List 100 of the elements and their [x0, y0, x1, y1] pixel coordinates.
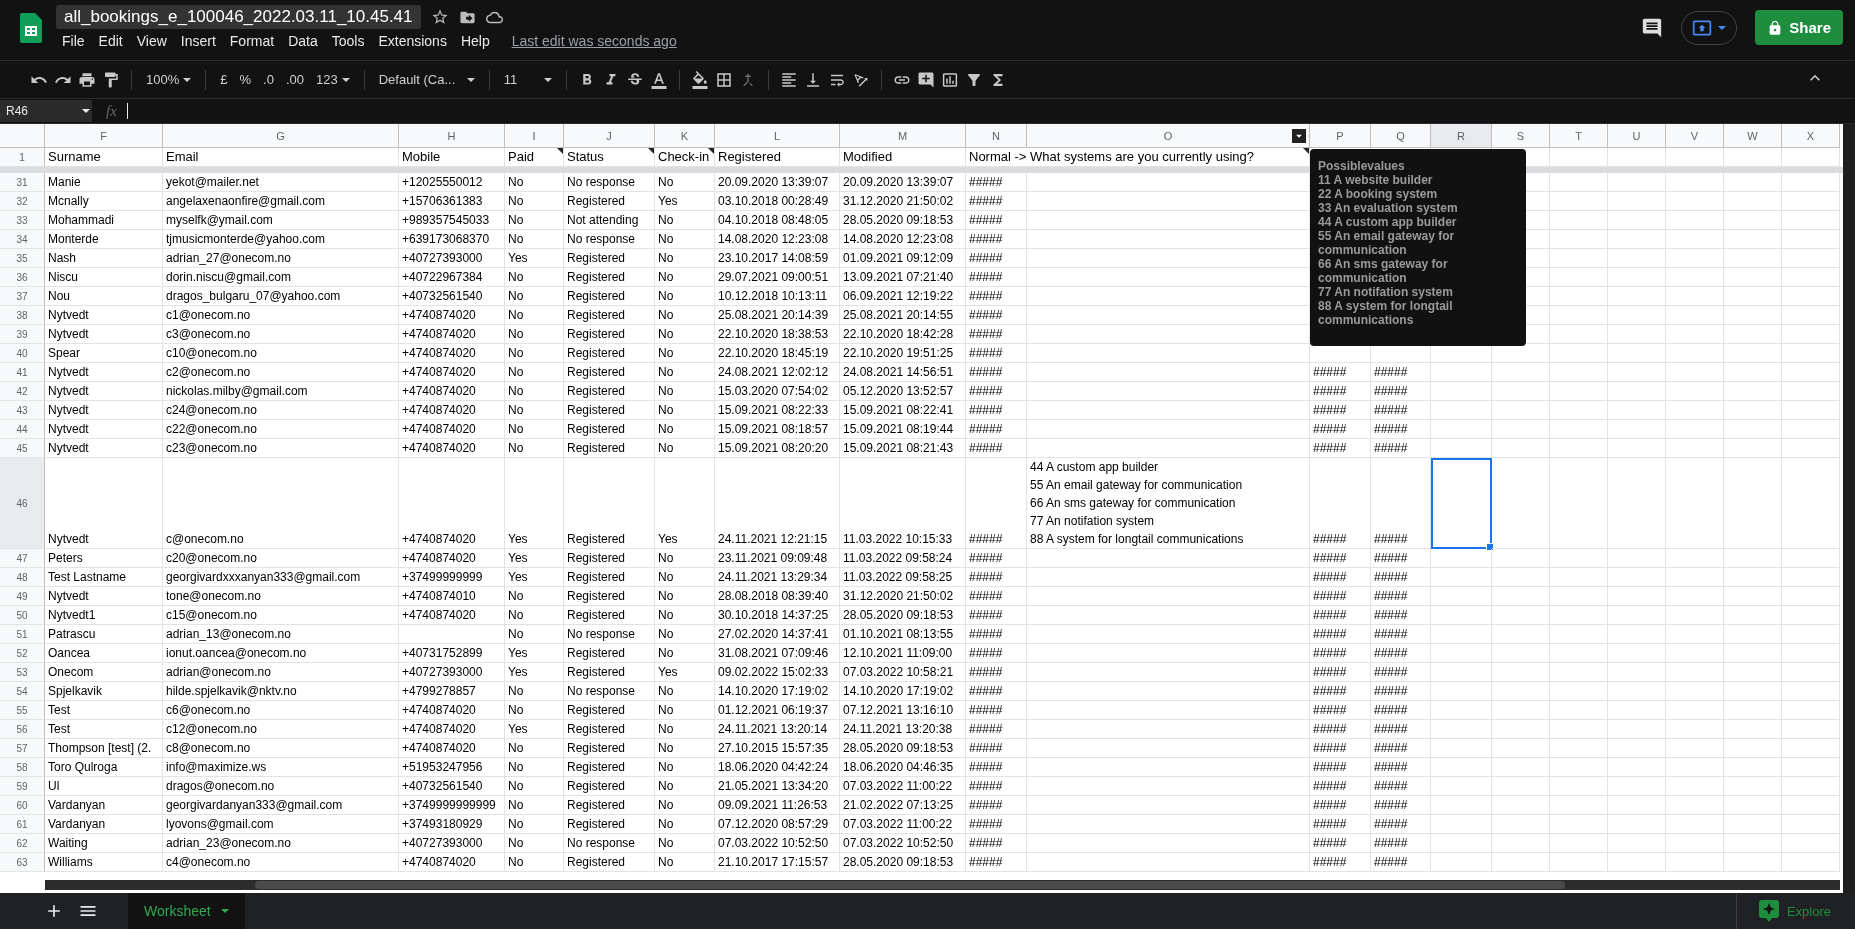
menu-item[interactable]: Tools [325, 31, 371, 51]
row-number[interactable]: 36 [0, 268, 45, 287]
row-number[interactable]: 47 [0, 549, 45, 568]
row-number[interactable]: 38 [0, 306, 45, 325]
menu-item[interactable]: Help [454, 31, 496, 51]
number-format-dropdown[interactable]: 123 [312, 70, 353, 89]
row-number[interactable]: 44 [0, 420, 45, 439]
zoom-dropdown[interactable]: 100% [143, 70, 195, 89]
font-size-dropdown[interactable]: 11 [500, 70, 555, 89]
row-number[interactable]: 56 [0, 720, 45, 739]
row-number[interactable]: 45 [0, 439, 45, 458]
column-header[interactable]: W [1724, 124, 1782, 148]
row-number[interactable]: 60 [0, 796, 45, 815]
column-header[interactable]: M [840, 124, 966, 148]
align-left-icon[interactable] [779, 70, 798, 89]
text-color-icon[interactable] [649, 70, 668, 89]
row-number[interactable]: 51 [0, 625, 45, 644]
table-cell: 30.10.2018 14:37:25 [715, 606, 840, 625]
sheet-tab[interactable]: Worksheet [128, 893, 245, 929]
menu-item[interactable]: Edit [92, 31, 129, 51]
row-number[interactable]: 35 [0, 249, 45, 268]
decrease-decimals-button[interactable]: .0 [260, 70, 277, 89]
row-number[interactable]: 43 [0, 401, 45, 420]
menu-item[interactable]: Format [223, 31, 281, 51]
column-header[interactable]: U [1608, 124, 1666, 148]
vertical-scrollbar[interactable] [1843, 124, 1855, 893]
last-edit-link[interactable]: Last edit was seconds ago [511, 33, 677, 49]
menu-item[interactable]: Data [282, 31, 324, 51]
column-header[interactable]: K [655, 124, 715, 148]
share-button[interactable]: Share [1755, 10, 1843, 45]
spreadsheet-logo-icon[interactable] [20, 13, 42, 43]
note-marker-icon[interactable] [557, 148, 563, 154]
table-cell [1782, 211, 1840, 230]
column-header[interactable]: H [399, 124, 505, 148]
paint-roller-icon[interactable] [102, 70, 120, 89]
scrollbar-thumb[interactable] [255, 881, 1565, 889]
menu-item[interactable]: Extensions [372, 31, 453, 51]
percent-button[interactable]: % [236, 70, 255, 89]
column-header[interactable]: F [45, 124, 163, 148]
currency-button[interactable]: £ [217, 70, 231, 89]
row-number[interactable]: 33 [0, 211, 45, 230]
column-menu-icon[interactable] [1292, 129, 1306, 143]
row-number[interactable]: 53 [0, 663, 45, 682]
row-number[interactable]: 42 [0, 382, 45, 401]
row-number[interactable]: 61 [0, 815, 45, 834]
column-header[interactable]: X [1782, 124, 1840, 148]
row-number[interactable]: 34 [0, 230, 45, 249]
row-number[interactable]: 37 [0, 287, 45, 306]
column-header[interactable]: P [1310, 124, 1371, 148]
font-dropdown[interactable]: Default (Ca... [375, 70, 478, 89]
selected-cell[interactable] [1431, 458, 1492, 549]
table-cell: Mohammadi [45, 211, 163, 230]
horizontal-scrollbar[interactable] [45, 880, 1840, 890]
row-number[interactable]: 50 [0, 606, 45, 625]
chart-icon[interactable] [940, 70, 959, 89]
borders-icon[interactable] [714, 70, 733, 89]
table-cell: 28.05.2020 09:18:53 [840, 606, 966, 625]
column-header[interactable]: J [564, 124, 655, 148]
row-number[interactable]: 55 [0, 701, 45, 720]
column-header[interactable]: O [1027, 124, 1310, 148]
name-box[interactable]: R46 [0, 100, 92, 122]
fill-handle[interactable] [1486, 543, 1494, 551]
column-header[interactable]: Q [1371, 124, 1431, 148]
add-comment-icon[interactable] [916, 70, 935, 89]
explore-button[interactable]: Explore [1735, 893, 1855, 929]
row-number[interactable]: 58 [0, 758, 45, 777]
column-header[interactable]: R [1431, 124, 1492, 148]
menu-item[interactable]: File [56, 31, 91, 51]
column-header[interactable]: S [1492, 124, 1550, 148]
document-title[interactable]: all_bookings_e_100046_2022.03.11_10.45.41 [56, 5, 421, 29]
row-number[interactable]: 32 [0, 192, 45, 211]
row-number[interactable]: 54 [0, 682, 45, 701]
row-number[interactable]: 41 [0, 363, 45, 382]
row-number[interactable]: 63 [0, 853, 45, 872]
increase-decimals-button[interactable]: .00 [282, 70, 307, 89]
column-header[interactable]: N [966, 124, 1027, 148]
menu-item[interactable]: View [130, 31, 173, 51]
row-number[interactable]: 46 [0, 458, 45, 549]
row-number[interactable]: 40 [0, 344, 45, 363]
note-marker-icon[interactable] [708, 148, 714, 154]
column-header[interactable]: I [505, 124, 564, 148]
print-icon[interactable] [78, 70, 96, 89]
row-number[interactable]: 1 [0, 148, 45, 167]
row-number[interactable]: 31 [0, 173, 45, 192]
row-number[interactable]: 57 [0, 739, 45, 758]
row-number[interactable]: 59 [0, 777, 45, 796]
row-number[interactable]: 49 [0, 587, 45, 606]
row-number[interactable]: 52 [0, 644, 45, 663]
column-header[interactable]: T [1550, 124, 1608, 148]
column-header[interactable]: V [1666, 124, 1724, 148]
fill-color-icon[interactable] [690, 70, 709, 89]
note-marker-icon[interactable] [648, 148, 654, 154]
comment-icon[interactable] [1641, 16, 1664, 39]
row-number[interactable]: 48 [0, 568, 45, 587]
row-number[interactable]: 39 [0, 325, 45, 344]
column-header[interactable]: G [163, 124, 399, 148]
row-number[interactable]: 62 [0, 834, 45, 853]
menu-item[interactable]: Insert [174, 31, 222, 51]
star-icon[interactable] [430, 8, 449, 26]
column-header[interactable]: L [715, 124, 840, 148]
